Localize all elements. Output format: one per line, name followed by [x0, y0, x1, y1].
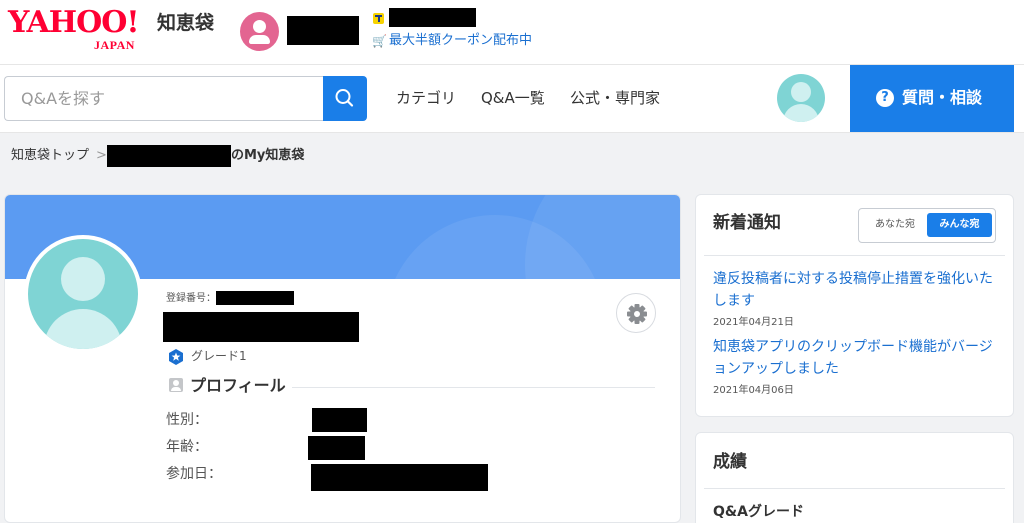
join-date-label: 参加日： — [166, 466, 222, 482]
logo-subtext: JAPAN — [94, 38, 135, 52]
notice-title: 新着通知 — [713, 213, 781, 233]
profile-section-title: プロフィール — [190, 376, 286, 395]
user-avatar-icon[interactable] — [240, 12, 279, 51]
profile-section-icon — [169, 378, 183, 392]
nav-link-qa-list[interactable]: Q&A一覧 — [481, 88, 545, 108]
service-name[interactable]: 知恵袋 — [157, 12, 214, 34]
gear-icon — [627, 304, 647, 324]
redacted-breadcrumb-name — [107, 145, 231, 167]
tab-for-everyone[interactable]: みんな宛 — [927, 213, 992, 237]
yahoo-japan-logo[interactable]: YAHOO! JAPAN — [8, 5, 150, 52]
redacted-join-date — [311, 464, 488, 491]
stats-title: 成績 — [713, 452, 747, 472]
nav-link-official[interactable]: 公式・専門家 — [570, 88, 660, 108]
breadcrumb-home[interactable]: 知恵袋トップ — [11, 148, 89, 164]
question-icon: ? — [876, 89, 894, 107]
redacted-profile-name — [163, 312, 359, 342]
notice-item-date: 2021年04月06日 — [713, 385, 794, 396]
stats-divider — [704, 488, 1005, 489]
coupon-link[interactable]: 最大半額クーポン配布中 — [389, 33, 532, 49]
breadcrumb-separator: > — [96, 148, 107, 163]
redacted-registration-number — [216, 291, 294, 305]
tab-for-you[interactable]: あなた宛 — [865, 216, 925, 234]
notice-item-date: 2021年04月21日 — [713, 317, 794, 328]
redacted-username — [287, 16, 359, 45]
settings-button[interactable] — [616, 293, 656, 333]
cart-icon: 🛒 — [372, 34, 387, 48]
notice-divider — [704, 255, 1005, 256]
logo-text: YAHOO! — [8, 5, 140, 40]
site-header — [0, 0, 1024, 64]
notice-item-link[interactable]: 違反投稿者に対する投稿停止措置を強化いたします — [713, 268, 1003, 312]
profile-avatar-icon — [24, 235, 142, 353]
qa-grade-heading: Q&Aグレード — [713, 504, 804, 520]
nav-link-category[interactable]: カテゴリ — [396, 88, 456, 108]
tpoint-icon — [373, 13, 384, 24]
redacted-age — [308, 436, 365, 460]
nav-avatar-icon[interactable] — [777, 74, 825, 122]
ask-button-label: 質問・相談 — [902, 88, 983, 107]
grade-badge-icon — [169, 349, 183, 365]
notice-item-link[interactable]: 知恵袋アプリのクリップボード機能がバージョンアップしました — [713, 336, 1003, 380]
profile-divider — [292, 387, 655, 388]
search-button[interactable] — [323, 76, 367, 121]
grade-label: グレード1 — [191, 349, 247, 363]
search-icon — [335, 89, 354, 107]
redacted-points — [389, 8, 476, 27]
registration-number-label: 登録番号： — [166, 293, 216, 304]
breadcrumb-current: のMy知恵袋 — [231, 148, 305, 163]
age-label: 年齢： — [166, 439, 208, 455]
redacted-gender — [312, 408, 367, 432]
gender-label: 性別： — [166, 412, 208, 428]
search-input[interactable] — [4, 76, 324, 121]
ask-question-button[interactable]: ? 質問・相談 — [850, 65, 1014, 132]
